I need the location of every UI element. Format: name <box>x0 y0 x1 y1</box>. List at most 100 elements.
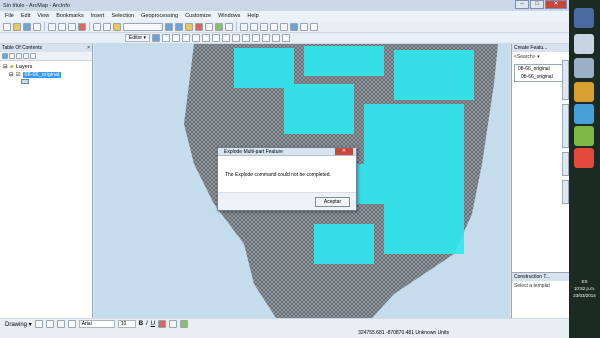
help-icon[interactable] <box>225 22 233 31</box>
clock-date[interactable]: 23/03/2014 <box>569 292 600 299</box>
new-icon[interactable] <box>3 22 11 31</box>
menu-edit[interactable]: Edit <box>21 13 30 19</box>
list-by-visibility-icon[interactable] <box>16 53 22 59</box>
visibility-checkbox[interactable]: ☑ <box>16 72 21 78</box>
editor-menu-button[interactable]: Editor ▾ <box>125 34 150 42</box>
catalog-tab[interactable] <box>562 152 569 176</box>
list-by-source-icon[interactable] <box>9 53 15 59</box>
end-point-arc-icon[interactable] <box>181 34 190 42</box>
layer-row[interactable]: ⊟ ☑ 08-66_original <box>3 71 89 79</box>
split-icon[interactable] <box>241 34 250 42</box>
cut-polygons-icon[interactable] <box>231 34 240 42</box>
create-features-icon[interactable] <box>281 34 290 42</box>
drawing-menu[interactable]: Drawing ▾ <box>5 321 32 328</box>
menu-geoprocessing[interactable]: Geoprocessing <box>141 13 178 19</box>
point-icon[interactable] <box>201 34 210 42</box>
bold-button[interactable]: B <box>139 321 143 327</box>
clock-time[interactable]: 10:52 p.m. <box>569 285 600 292</box>
edit-vertices-icon[interactable] <box>211 34 220 42</box>
template-group[interactable]: 08-66_original <box>515 65 566 73</box>
scale-dropdown[interactable] <box>123 22 163 31</box>
paste-icon[interactable] <box>68 22 76 31</box>
catalog-icon[interactable] <box>185 22 193 31</box>
accept-button[interactable]: Aceptar <box>315 197 350 207</box>
menu-selection[interactable]: Selection <box>111 13 134 19</box>
language-indicator[interactable]: ES <box>569 278 600 285</box>
maximize-button[interactable]: □ <box>530 0 544 9</box>
select-features-icon[interactable] <box>290 22 298 31</box>
zoom-out-icon[interactable] <box>250 22 258 31</box>
attributes-icon[interactable] <box>261 34 270 42</box>
modelbuilder-icon[interactable] <box>215 22 223 31</box>
collapse-icon[interactable]: ⊟ <box>3 64 8 70</box>
menu-view[interactable]: View <box>37 13 49 19</box>
layer-symbol-swatch[interactable] <box>21 79 29 84</box>
media-icon[interactable] <box>574 58 594 78</box>
font-color-icon[interactable] <box>158 320 167 328</box>
search-tab[interactable] <box>562 180 569 204</box>
rotate-icon[interactable] <box>45 320 54 328</box>
font-select[interactable]: Arial <box>78 320 115 328</box>
skype-icon[interactable] <box>574 104 594 124</box>
image-analysis-tab[interactable] <box>562 104 569 148</box>
arctoolbox-tab[interactable] <box>562 60 569 100</box>
fill-color-icon[interactable] <box>169 320 178 328</box>
pan-icon[interactable] <box>260 22 268 31</box>
minimize-button[interactable]: – <box>515 0 529 9</box>
save-icon[interactable] <box>23 22 31 31</box>
reshape-icon[interactable] <box>221 34 230 42</box>
copy-icon[interactable] <box>58 22 66 31</box>
toc-close-icon[interactable]: × <box>87 44 90 52</box>
folder-icon[interactable] <box>574 82 594 102</box>
underline-button[interactable]: U <box>151 321 155 327</box>
identify-icon[interactable] <box>280 22 288 31</box>
collapse-icon[interactable]: ⊟ <box>9 72 14 78</box>
edit-tool-icon[interactable] <box>151 34 160 42</box>
dialog-close-button[interactable]: ✕ <box>335 148 353 155</box>
rotate-icon[interactable] <box>251 34 260 42</box>
find-icon[interactable] <box>300 22 308 31</box>
close-button[interactable]: ✕ <box>545 0 567 9</box>
template-search[interactable]: <Search> ▾ <box>512 52 569 62</box>
open-icon[interactable] <box>13 22 21 31</box>
trace-icon[interactable] <box>191 34 200 42</box>
redo-icon[interactable] <box>103 22 111 31</box>
chrome-icon[interactable] <box>574 148 594 168</box>
template-item[interactable]: 08-66_original <box>518 73 566 81</box>
menu-windows[interactable]: Windows <box>218 13 240 19</box>
delete-icon[interactable] <box>78 22 86 31</box>
sketch-properties-icon[interactable] <box>271 34 280 42</box>
straight-segment-icon[interactable] <box>171 34 180 42</box>
list-by-drawing-order-icon[interactable] <box>2 53 8 59</box>
line-color-icon[interactable] <box>180 320 189 328</box>
python-icon[interactable] <box>205 22 213 31</box>
menu-insert[interactable]: Insert <box>91 13 105 19</box>
menu-bookmarks[interactable]: Bookmarks <box>56 13 84 19</box>
edit-annotation-icon[interactable] <box>161 34 170 42</box>
spotify-icon[interactable] <box>574 126 594 146</box>
cut-icon[interactable] <box>48 22 56 31</box>
editor-toolbar-icon[interactable] <box>165 22 173 31</box>
undo-icon[interactable] <box>93 22 101 31</box>
zoom-in-icon[interactable] <box>240 22 248 31</box>
font-size-select[interactable]: 10 <box>117 320 136 328</box>
text-icon[interactable] <box>67 320 76 328</box>
layer-name[interactable]: 08-66_original <box>22 72 62 78</box>
toc-icon[interactable] <box>175 22 183 31</box>
toolbox-icon[interactable] <box>195 22 203 31</box>
rectangle-icon[interactable] <box>56 320 65 328</box>
explorer-icon[interactable] <box>574 34 594 54</box>
list-by-selection-icon[interactable] <box>23 53 29 59</box>
layers-group-row[interactable]: ⊟ ▰ Layers <box>3 63 89 71</box>
select-elements-icon[interactable] <box>34 320 43 328</box>
start-orb-icon[interactable] <box>574 8 594 28</box>
print-icon[interactable] <box>33 22 41 31</box>
add-data-icon[interactable] <box>113 22 121 31</box>
menu-help[interactable]: Help <box>247 13 258 19</box>
menu-file[interactable]: File <box>5 13 14 19</box>
italic-button[interactable]: I <box>146 321 148 327</box>
menu-customize[interactable]: Customize <box>185 13 211 19</box>
measure-icon[interactable] <box>310 22 318 31</box>
options-icon[interactable] <box>30 53 36 59</box>
full-extent-icon[interactable] <box>270 22 278 31</box>
